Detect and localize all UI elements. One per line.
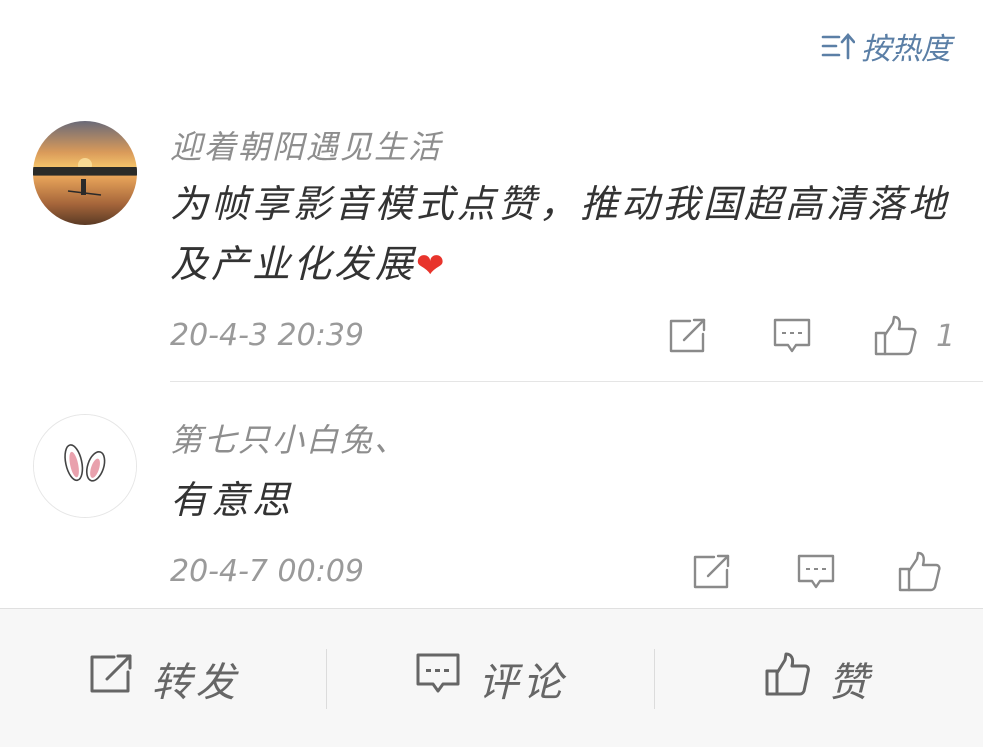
sort-by-hot-button[interactable]: 按热度 <box>821 24 951 68</box>
sort-label: 按热度 <box>861 32 951 67</box>
reply-button[interactable] <box>772 314 812 358</box>
thumbs-up-icon <box>765 651 811 707</box>
share-icon <box>692 554 732 590</box>
like-label: 赞 <box>828 659 873 706</box>
bottom-like-button[interactable]: 赞 <box>655 609 982 747</box>
comment-text: 为帧享影音模式点赞，推动我国超高清落地及产业化发展❤ <box>170 174 960 296</box>
reply-button[interactable] <box>796 550 836 594</box>
comment-page: 按热度 迎着朝阳遇见生活 为帧享影音模式点赞，推动我国超高清落地及产业化发展❤ … <box>0 0 983 747</box>
avatar[interactable] <box>33 121 137 225</box>
like-button[interactable]: 1 <box>874 314 955 358</box>
comment-item: 迎着朝阳遇见生活 为帧享影音模式点赞，推动我国超高清落地及产业化发展❤ 20-4… <box>0 118 983 382</box>
comment-timestamp: 20-4-7 00:09 <box>170 554 364 589</box>
thumbs-up-icon <box>874 315 918 357</box>
comment-label: 评论 <box>478 659 567 706</box>
bottom-action-bar: 转发 评论 赞 <box>0 608 983 747</box>
comment-icon <box>415 652 461 706</box>
comment-actions <box>692 550 958 594</box>
share-label: 转发 <box>151 659 240 706</box>
comment-icon <box>772 317 812 355</box>
comment-username[interactable]: 迎着朝阳遇见生活 <box>170 122 442 168</box>
share-icon <box>88 653 134 705</box>
avatar[interactable] <box>33 414 137 518</box>
sort-up-icon <box>821 31 855 61</box>
comment-username[interactable]: 第七只小白兔、 <box>170 415 408 461</box>
like-button[interactable] <box>898 550 942 594</box>
share-button[interactable] <box>668 314 708 358</box>
thumbs-up-icon <box>898 551 942 593</box>
comment-actions: 1 <box>668 314 958 358</box>
share-icon <box>668 318 708 354</box>
comment-icon <box>796 553 836 591</box>
comment-timestamp: 20-4-3 20:39 <box>170 318 364 353</box>
comment-text: 有意思 <box>170 478 294 522</box>
comment-text-body: 为帧享影音模式点赞，推动我国超高清落地及产业化发展 <box>170 182 950 286</box>
heart-emoji: ❤ <box>416 246 448 286</box>
bottom-comment-button[interactable]: 评论 <box>327 609 654 747</box>
comment-item: 第七只小白兔、 有意思 20-4-7 00:09 <box>0 382 983 608</box>
share-button[interactable] <box>692 550 732 594</box>
bottom-share-button[interactable]: 转发 <box>0 609 327 747</box>
like-count: 1 <box>936 318 956 354</box>
